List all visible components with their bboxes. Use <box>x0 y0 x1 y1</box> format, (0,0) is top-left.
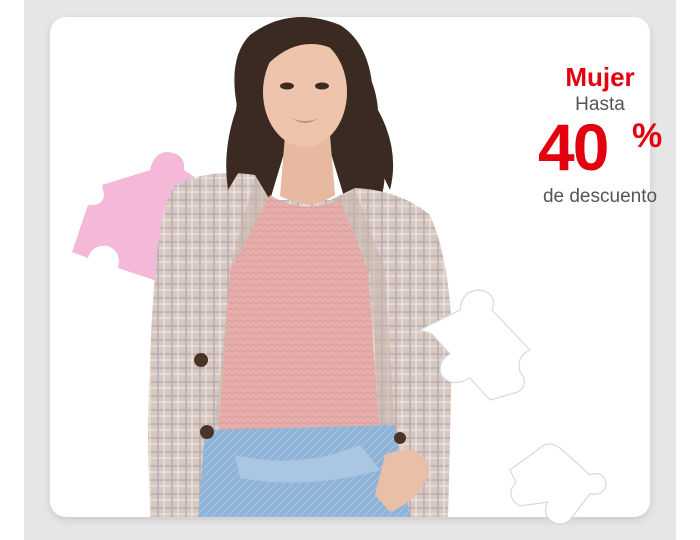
promo-text-block: Mujer Hasta 40 % de descuento <box>520 62 680 208</box>
discount-number: 40 <box>538 110 609 184</box>
promo-title: Mujer <box>565 62 635 92</box>
promo-card[interactable]: Mujer Hasta 40 % de descuento <box>50 17 662 517</box>
promo-suffix: de descuento <box>542 186 658 207</box>
promo-discount: 40 % <box>520 112 680 182</box>
discount-sign: % <box>632 117 663 155</box>
